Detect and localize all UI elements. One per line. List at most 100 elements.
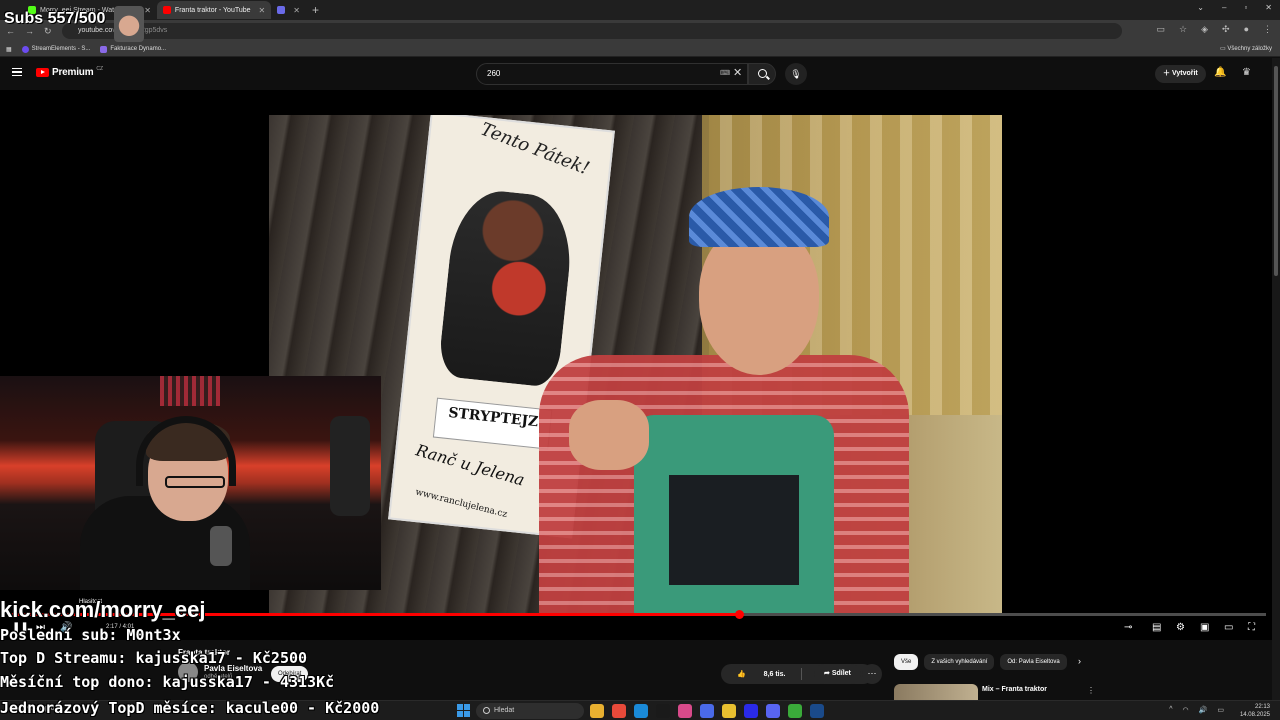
windows-start-icon[interactable] <box>457 704 470 717</box>
taskbar-search[interactable]: Hledat <box>476 703 584 719</box>
extension-icon[interactable]: ◈ <box>1201 24 1208 35</box>
address-bar[interactable]: youtube.cov=ISRBP2gp5dvs <box>62 23 1122 39</box>
page-scrollbar[interactable] <box>1272 58 1280 700</box>
battery-icon[interactable]: ▭ <box>1217 706 1224 714</box>
menu-dots-icon[interactable]: ⋮ <box>1087 686 1095 695</box>
subtitles-icon[interactable]: ▤ <box>1152 622 1161 633</box>
taskbar-app-icon[interactable] <box>612 704 626 718</box>
streamelements-icon <box>21 45 29 53</box>
fullscreen-icon[interactable]: ⛶ <box>1248 622 1255 633</box>
plus-icon: ＋ <box>1163 70 1172 77</box>
taskbar-app-icon[interactable] <box>744 704 758 718</box>
chip-all[interactable]: Vše <box>894 654 919 670</box>
url-host: youtube.co <box>78 27 113 34</box>
system-tray: ^ ◠ 🔊 ▭ <box>1169 706 1224 714</box>
menu-dots-icon[interactable]: ⋮ <box>1263 24 1272 35</box>
create-label: Vytvořit <box>1171 70 1198 77</box>
thumbs-up-icon: 👍 <box>737 671 748 678</box>
man-thumb <box>569 400 649 470</box>
chevron-down-icon[interactable]: ⌄ <box>1197 3 1204 12</box>
chip-from-searches[interactable]: Z vašich vyhledávání <box>924 654 995 670</box>
cast-icon[interactable]: ▭ <box>1157 24 1166 35</box>
chip-from-channel[interactable]: Od: Pavla Eiseltova <box>1000 654 1067 670</box>
clear-search-icon[interactable]: ✕ <box>733 66 742 79</box>
share-button[interactable]: ➦ Sdílet <box>814 664 861 684</box>
more-actions-icon[interactable]: ⋯ <box>862 664 882 684</box>
keyboard-icon[interactable]: ⌨ <box>720 69 730 77</box>
star-icon[interactable]: ☆ <box>1179 24 1187 35</box>
one-time-top-donor: Jednorázový TopD měsíce: kacule00 - Kč20… <box>0 699 380 717</box>
taskbar-app-icon[interactable] <box>590 704 604 718</box>
puzzle-icon[interactable]: ✣ <box>1222 24 1230 35</box>
man-head <box>699 225 819 375</box>
apron-pocket <box>669 475 799 585</box>
mix-title[interactable]: Mix – Franta traktor <box>982 686 1047 693</box>
bookmark-streamelements[interactable]: StreamElements - S... <box>21 45 90 53</box>
chevron-right-icon[interactable]: › <box>1078 656 1081 666</box>
settings-gear-icon[interactable]: ⚙ <box>1176 622 1185 633</box>
monthly-top-donor: Měsíční top dono: kajusska17 - 4313Kč <box>0 673 335 691</box>
like-count: 8,6 tis. <box>763 671 786 678</box>
led-shelf <box>160 376 220 406</box>
clock-date: 14.08.2025 <box>1239 712 1270 718</box>
taskbar-app-icon[interactable] <box>766 704 780 718</box>
maximize-icon[interactable]: ▫ <box>1244 3 1247 12</box>
apps-grid-icon[interactable]: ▦ <box>6 46 12 53</box>
screen: Morry_eej Stream - Watch Live ✕ Franta t… <box>0 0 1280 720</box>
miniplayer-icon[interactable]: ▣ <box>1200 622 1209 633</box>
new-tab-button[interactable]: + <box>306 3 325 17</box>
theater-mode-icon[interactable]: ▭ <box>1224 622 1233 633</box>
taskbar-app-icon[interactable] <box>656 704 670 718</box>
minimize-icon[interactable]: – <box>1222 3 1226 12</box>
create-button[interactable]: ＋ Vytvořit <box>1155 65 1206 83</box>
bookmark-icon <box>100 45 108 53</box>
close-tab-icon[interactable]: ✕ <box>293 6 300 15</box>
bookmark-label: Fakturace Dynamo... <box>110 46 167 52</box>
close-tab-icon[interactable]: ✕ <box>144 6 151 15</box>
scrollbar-thumb[interactable] <box>1274 66 1278 276</box>
poster-show-title: STRYPTEJZ <box>432 397 553 450</box>
mix-thumbnail[interactable] <box>894 684 978 700</box>
glasses <box>165 476 225 488</box>
bookmark-fakturace[interactable]: Fakturace Dynamo... <box>100 45 167 53</box>
youtube-brand: Premium <box>52 67 94 78</box>
browser-tab-blank[interactable]: ✕ <box>271 1 306 19</box>
all-bookmarks[interactable]: ▭ Všechny záložky <box>1220 45 1272 52</box>
clock-time: 22:13 <box>1254 704 1270 710</box>
taskbar-app-icon[interactable] <box>700 704 714 718</box>
taskbar-app-icon[interactable] <box>678 704 692 718</box>
account-avatar-icon[interactable]: ♛ <box>1242 67 1251 78</box>
close-window-icon[interactable]: ✕ <box>1265 3 1272 12</box>
youtube-header: Premium CZ 260 ⌨ ✕ 🎙 ＋ Vytvořit 🔔 ♛ <box>0 58 1280 90</box>
last-sub: Poslední sub: M0nt3x <box>0 626 181 644</box>
background-chair <box>330 416 370 516</box>
bell-icon[interactable]: 🔔 <box>1214 67 1226 78</box>
like-button[interactable]: 👍 8,6 tis. <box>721 670 801 678</box>
youtube-play-icon <box>36 68 49 77</box>
close-tab-icon[interactable]: ✕ <box>259 6 266 15</box>
taskbar-app-icon[interactable] <box>810 704 824 718</box>
man-hat <box>689 187 829 247</box>
share-arrow-icon: ➦ <box>824 670 832 677</box>
taskbar-clock[interactable]: 22:13 14.08.2025 <box>1240 703 1270 719</box>
autoplay-toggle-icon[interactable]: ⊸ <box>1124 622 1132 633</box>
taskbar-apps <box>590 704 824 718</box>
tab-label: Franta traktor - YouTube <box>174 6 251 14</box>
youtube-logo[interactable]: Premium CZ <box>36 66 103 78</box>
browser-tab-youtube[interactable]: Franta traktor - YouTube ✕ <box>156 1 272 19</box>
search-button[interactable] <box>748 63 776 85</box>
chevron-up-icon[interactable]: ^ <box>1169 706 1172 714</box>
wifi-icon[interactable]: ◠ <box>1183 706 1189 714</box>
hamburger-menu-icon[interactable] <box>12 68 22 76</box>
microphone-icon[interactable]: 🎙 <box>785 63 807 85</box>
taskbar-app-icon[interactable] <box>634 704 648 718</box>
profile-icon[interactable]: ● <box>1244 24 1249 35</box>
subs-goal: Subs 557/500 <box>4 10 106 27</box>
window-controls: ⌄ – ▫ ✕ <box>1197 3 1272 12</box>
taskbar-app-icon[interactable] <box>788 704 802 718</box>
taskbar-app-icon[interactable] <box>722 704 736 718</box>
speaker-icon[interactable]: 🔊 <box>1199 706 1208 714</box>
all-bookmarks-label: Všechny záložky <box>1227 46 1272 52</box>
search-input[interactable]: 260 <box>476 63 748 85</box>
share-label: Sdílet <box>831 670 851 677</box>
